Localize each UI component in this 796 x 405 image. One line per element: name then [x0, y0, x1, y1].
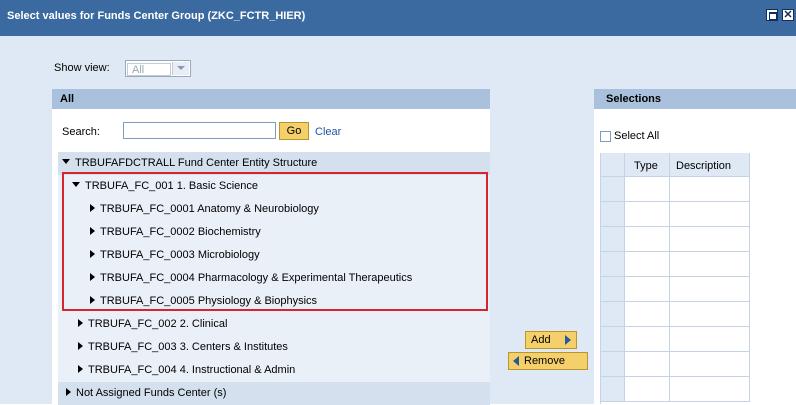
table-cell-description — [670, 302, 750, 327]
table-cell-type — [625, 377, 670, 402]
row-selector[interactable] — [601, 377, 625, 402]
table-cell-description — [670, 252, 750, 277]
table-cell-description — [670, 277, 750, 302]
table-cell-type — [625, 177, 670, 202]
tree-node-unassigned[interactable]: Not Assigned Funds Center (s) — [58, 382, 490, 405]
selections-title: Selections — [606, 93, 662, 105]
all-panel-title: All — [60, 93, 75, 105]
search-input[interactable] — [123, 122, 276, 139]
close-icon[interactable]: ✕ — [782, 9, 794, 21]
tree-node-label: TRBUFA_FC_003 3. Centers & Institutes — [78, 341, 288, 353]
show-view-select[interactable]: All — [125, 60, 191, 77]
row-selector[interactable] — [601, 227, 625, 252]
remove-button[interactable]: Remove — [508, 352, 588, 370]
clear-link[interactable]: Clear — [315, 126, 341, 138]
column-header-label: Type — [634, 160, 658, 172]
table-cell-type — [625, 202, 670, 227]
row-selector-header[interactable] — [601, 153, 625, 177]
title-bar: Select values for Funds Center Group (ZK… — [0, 0, 796, 36]
table-cell-description — [670, 352, 750, 377]
arrow-right-icon — [565, 335, 571, 345]
row-selector[interactable] — [601, 202, 625, 227]
chevron-down-icon[interactable] — [172, 62, 189, 75]
table-cell-type — [625, 227, 670, 252]
go-button[interactable]: Go — [279, 122, 309, 140]
table-cell-description — [670, 327, 750, 352]
maximize-icon[interactable] — [766, 9, 778, 21]
column-header-label: Description — [676, 160, 732, 172]
table-cell-description — [670, 227, 750, 252]
table-cell-description — [670, 202, 750, 227]
table-cell-type — [625, 302, 670, 327]
add-button[interactable]: Add — [525, 331, 577, 349]
row-selector[interactable] — [601, 277, 625, 302]
row-selector[interactable] — [601, 327, 625, 352]
tree-node[interactable]: TRBUFA_FC_002 2. Clinical — [58, 313, 490, 337]
table-cell-description — [670, 177, 750, 202]
row-selector[interactable] — [601, 302, 625, 327]
highlight-annotation-box — [62, 172, 488, 311]
show-view-value: All — [127, 63, 171, 76]
row-selector[interactable] — [601, 177, 625, 202]
selections-panel: Selections Select All Type Description — [594, 89, 796, 404]
tree-node[interactable]: TRBUFA_FC_004 4. Instructional & Admin — [58, 359, 490, 383]
column-header-description[interactable]: Description — [670, 153, 750, 177]
tree-node-label: TRBUFAFDCTRALL Fund Center Entity Struct… — [62, 157, 317, 169]
table-cell-type — [625, 252, 670, 277]
table-cell-type — [625, 352, 670, 377]
remove-button-label: Remove — [524, 355, 565, 367]
table-cell-type — [625, 277, 670, 302]
arrow-left-icon — [513, 356, 519, 366]
table-cell-description — [670, 377, 750, 402]
tree-node[interactable]: TRBUFA_FC_003 3. Centers & Institutes — [58, 336, 490, 360]
tree-node-label: TRBUFA_FC_004 4. Instructional & Admin — [78, 364, 295, 376]
select-all-label: Select All — [614, 130, 660, 142]
add-button-label: Add — [531, 334, 551, 346]
select-all-checkbox[interactable] — [600, 131, 611, 142]
tree-node-label: Not Assigned Funds Center (s) — [66, 387, 226, 399]
show-view-label: Show view: — [54, 62, 110, 74]
all-panel-header: All — [52, 89, 490, 109]
selections-header: Selections — [594, 89, 796, 109]
row-selector[interactable] — [601, 252, 625, 277]
selections-table: Type Description — [600, 153, 796, 404]
window-title: Select values for Funds Center Group (ZK… — [7, 10, 306, 22]
table-cell-type — [625, 327, 670, 352]
row-selector[interactable] — [601, 352, 625, 377]
column-header-type[interactable]: Type — [625, 153, 670, 177]
search-label: Search: — [62, 126, 100, 138]
tree-node-label: TRBUFA_FC_002 2. Clinical — [78, 318, 227, 330]
